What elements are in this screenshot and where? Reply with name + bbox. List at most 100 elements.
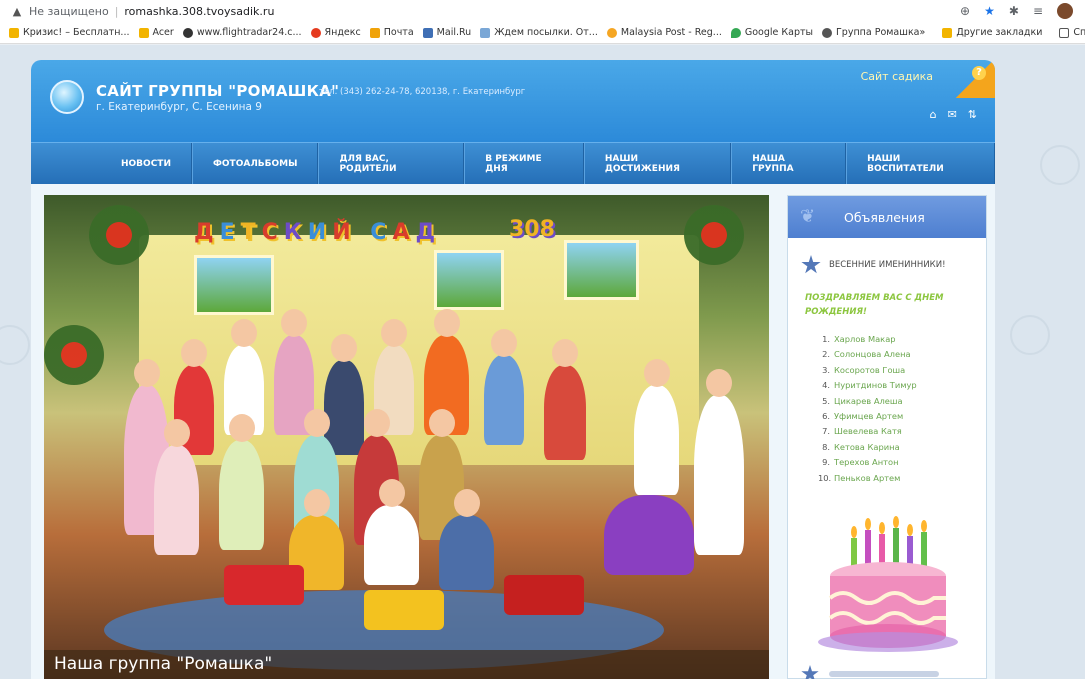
child-figure xyxy=(154,419,199,555)
bookmark-label: Группа Ромашка xyxy=(836,27,920,38)
bookmark-item[interactable]: Яндекс xyxy=(310,27,361,38)
child-name: Шевелева Катя xyxy=(834,426,902,437)
home-icon[interactable]: ⌂ xyxy=(930,108,937,121)
url-text[interactable]: romashka.308.tvoysadik.ru xyxy=(124,5,274,18)
address-bar-actions: ⊕ ★ ✱ ≡ xyxy=(960,3,1085,19)
nav-item-photo-albums[interactable]: ФОТОАЛЬБОМЫ xyxy=(191,143,319,185)
bookmark-item[interactable]: www.flightradar24.c... xyxy=(182,27,302,38)
bookmark-label: Почта xyxy=(383,27,414,38)
reading-list-button[interactable]: Список для чтен xyxy=(1059,27,1085,38)
photo-caption[interactable]: Наша группа "Ромашка" xyxy=(54,654,272,674)
reading-list-icon[interactable]: ≡ xyxy=(1033,4,1043,18)
address-bar[interactable]: ▲ Не защищено | romashka.308.tvoysadik.r… xyxy=(0,0,1085,22)
list-number: 1. xyxy=(822,334,830,344)
yandex-icon xyxy=(310,27,321,38)
background-doodle xyxy=(1010,315,1050,355)
nav-item-news[interactable]: НОВОСТИ xyxy=(101,143,192,185)
list-item: 10. Пеньков Артем xyxy=(818,473,986,488)
child-name: Нуритдинов Тимур xyxy=(834,380,917,391)
announcement-item[interactable]: ВЕСЕННИЕ ИМЕНИННИКИ! xyxy=(801,255,986,275)
next-announcement-title-placeholder xyxy=(829,671,939,677)
bookmark-item[interactable]: Acer xyxy=(138,27,174,38)
cake-candles xyxy=(851,516,927,570)
announcement-title[interactable]: ВЕСЕННИЕ ИМЕНИННИКИ! xyxy=(829,260,945,270)
list-number: 2. xyxy=(822,349,830,360)
other-bookmarks-folder[interactable]: Другие закладки xyxy=(942,27,1042,38)
child-name: Кетова Карина xyxy=(834,441,900,452)
bookmark-item[interactable]: Google Карты xyxy=(730,27,813,38)
bookmark-label: Другие закладки xyxy=(956,27,1043,38)
question-icon[interactable]: ? xyxy=(972,66,986,80)
bookmark-item[interactable]: Mail.Ru xyxy=(422,27,471,38)
sidebar-title: Объявления xyxy=(844,209,925,225)
nav-item-achievements[interactable]: НАШИ ДОСТИЖЕНИЯ xyxy=(583,143,732,185)
background-doodle xyxy=(1040,145,1080,185)
child-name: Уфимцев Артем xyxy=(834,410,904,421)
list-item: 5. Цикарев Алеша xyxy=(818,396,986,411)
child-name: Харлов Макар xyxy=(834,334,896,344)
bookmark-label: Кризис! – Бесплатн... xyxy=(23,27,130,38)
bookmarks-right: » Другие закладки Список для чтен xyxy=(920,27,1085,38)
warning-icon[interactable]: ▲ xyxy=(11,5,23,18)
extensions-icon[interactable]: ✱ xyxy=(1009,4,1019,18)
next-announcement[interactable] xyxy=(801,665,939,679)
bookmark-label: Яндекс xyxy=(324,27,361,38)
wall-picture xyxy=(434,250,504,310)
group-photo[interactable]: ДЕТСКИЙ САД 308 Наша группа "Ромашка" xyxy=(44,195,769,679)
rowan-berries xyxy=(89,205,149,265)
profile-avatar[interactable] xyxy=(1057,3,1073,19)
birthday-list: 1. Харлов Макар 2. Солонцова Алена 3. Косор… xyxy=(818,334,986,488)
child-figure xyxy=(364,479,419,585)
list-number: 8. xyxy=(822,441,830,452)
site-header: САЙТ ГРУППЫ "РОМАШКА" г. Екатеринбург, С… xyxy=(31,60,995,142)
nav-item-daily-routine[interactable]: В РЕЖИМЕ ДНЯ xyxy=(464,143,584,185)
bookmark-item[interactable]: Кризис! – Бесплатн... xyxy=(9,27,130,38)
wall-picture xyxy=(194,255,274,315)
zoom-icon[interactable]: ⊕ xyxy=(960,4,970,18)
bookmark-label: Ждем посылки. От... xyxy=(494,27,598,38)
leaf-icon: ❦ xyxy=(800,206,816,227)
nav-item-our-group[interactable]: НАША ГРУППА xyxy=(731,143,847,185)
globe-logo-icon[interactable] xyxy=(50,80,84,114)
sitemap-icon[interactable]: ⇅ xyxy=(968,108,977,121)
kindergarten-link[interactable]: Сайт садика xyxy=(861,70,933,83)
globe-icon xyxy=(822,27,833,38)
rowan-berries xyxy=(684,205,744,265)
list-number: 9. xyxy=(822,457,830,468)
not-secure-label[interactable]: Не защищено xyxy=(29,5,109,18)
list-item: 4. Нуритдинов Тимур xyxy=(818,380,986,395)
sidebar-header: ❦ Объявления xyxy=(788,196,986,238)
list-item: 9. Терехов Антон xyxy=(818,457,986,472)
star-icon xyxy=(801,255,821,274)
photo-number: 308 xyxy=(509,217,555,242)
site-title[interactable]: САЙТ ГРУППЫ "РОМАШКА" xyxy=(96,82,339,100)
bookmarks-more-button[interactable]: » xyxy=(920,27,926,38)
birthday-cake-image xyxy=(818,516,958,652)
site-container: САЙТ ГРУППЫ "РОМАШКА" г. Екатеринбург, С… xyxy=(31,60,995,679)
bookmark-item[interactable]: Группа Ромашка xyxy=(822,27,920,38)
nav-item-teachers[interactable]: НАШИ ВОСПИТАТЕЛИ xyxy=(846,143,995,185)
child-figure xyxy=(694,369,744,555)
mail-icon[interactable]: ✉ xyxy=(948,108,957,121)
child-figure xyxy=(219,414,264,550)
bookmark-star-icon[interactable]: ★ xyxy=(984,4,995,18)
wall-picture xyxy=(564,240,639,300)
bookmark-item[interactable]: Ждем посылки. От... xyxy=(480,27,598,38)
bookmark-item[interactable]: Почта xyxy=(369,27,414,38)
folder-icon xyxy=(138,27,149,38)
birthday-greeting: ПОЗДРАВЛЯЕМ ВАС С ДНЕМ РОЖДЕНИЯ! xyxy=(805,293,944,317)
header-icons: ⌂ ✉ ⇅ xyxy=(930,108,977,121)
envelope-icon xyxy=(480,27,491,38)
nav-item-for-parents[interactable]: ДЛЯ ВАС, РОДИТЕЛИ xyxy=(318,143,465,185)
list-number: 6. xyxy=(822,410,830,421)
bookmarks-bar: Кризис! – Бесплатн... Acer www.flightrad… xyxy=(0,22,1085,44)
list-item: 6. Уфимцев Артем xyxy=(818,411,986,426)
list-number: 3. xyxy=(822,364,830,375)
announcements-sidebar: ❦ Объявления ВЕСЕННИЕ ИМЕНИННИКИ! ПОЗДРА… xyxy=(787,195,987,679)
child-name: Цикарев Алеша xyxy=(834,395,903,406)
child-name: Пеньков Артем xyxy=(834,472,901,483)
mailru-icon xyxy=(422,27,433,38)
bookmark-item[interactable]: Malaysia Post - Reg... xyxy=(606,27,722,38)
bookmark-label: www.flightradar24.c... xyxy=(196,27,302,38)
reading-list-icon xyxy=(1059,27,1070,38)
